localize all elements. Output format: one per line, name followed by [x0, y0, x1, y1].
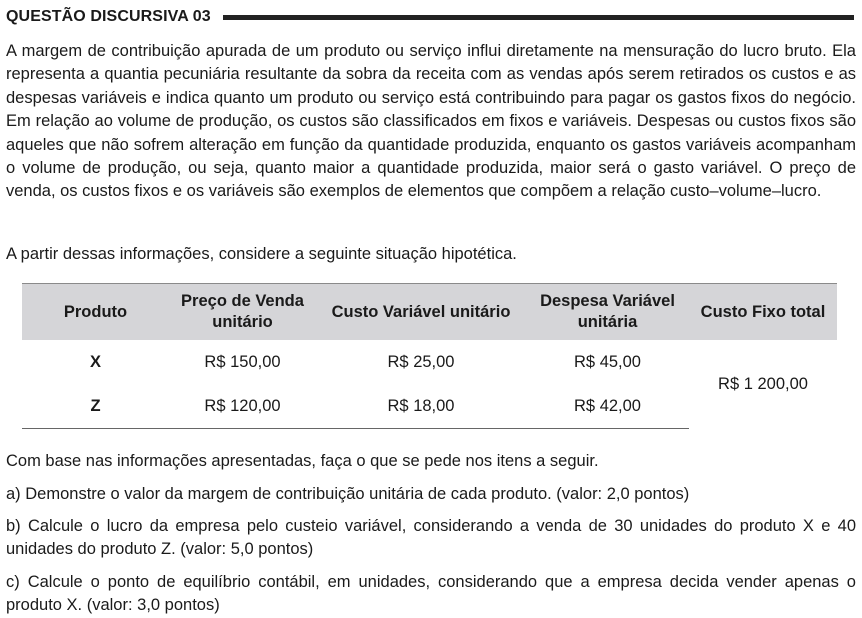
question-header: QUESTÃO DISCURSIVA 03 — [6, 6, 854, 28]
cell-product: X — [89, 352, 101, 371]
column-header-variable-cost: Custo Variável unitário — [316, 283, 526, 340]
column-header-product: Produto — [22, 283, 169, 340]
cell-fixed-cost-total: R$ 1 200,00 — [718, 374, 808, 393]
cell-variable-cost: R$ 18,00 — [316, 384, 526, 429]
question-item-b: b) Calcule o lucro da empresa pelo custe… — [6, 517, 856, 559]
header-divider — [222, 15, 854, 20]
cell-variable-expense: R$ 45,00 — [574, 352, 641, 371]
column-header-fixed-cost: Custo Fixo total — [689, 283, 837, 340]
instruction-text: Com base nas informações apresentadas, f… — [6, 452, 599, 470]
column-header-variable-expense: Despesa Variável unitária — [526, 283, 689, 340]
column-header-price: Preço de Venda unitário — [169, 283, 316, 340]
cell-price: R$ 120,00 — [169, 384, 316, 429]
table-header-row: Produto Preço de Venda unitário Custo Va… — [22, 283, 837, 340]
cell-product: Z — [22, 384, 169, 429]
cell-variable-expense: R$ 42,00 — [526, 384, 689, 429]
table-row: X R$ 150,00 R$ 25,00 R$ 45,00 R$ 1 200,0… — [22, 340, 837, 393]
intro-paragraph: A margem de contribuição apurada de um p… — [6, 42, 856, 201]
question-item-a: a) Demonstre o valor da margem de contri… — [6, 485, 690, 503]
cell-variable-cost: R$ 25,00 — [387, 352, 455, 371]
question-title: QUESTÃO DISCURSIVA 03 — [6, 8, 211, 25]
cell-price: R$ 150,00 — [204, 352, 281, 371]
cost-table: Produto Preço de Venda unitário Custo Va… — [22, 283, 837, 429]
lead-in-text: A partir dessas informações, considere a… — [6, 245, 517, 263]
question-item-c: c) Calcule o ponto de equilíbrio contábi… — [6, 573, 856, 615]
